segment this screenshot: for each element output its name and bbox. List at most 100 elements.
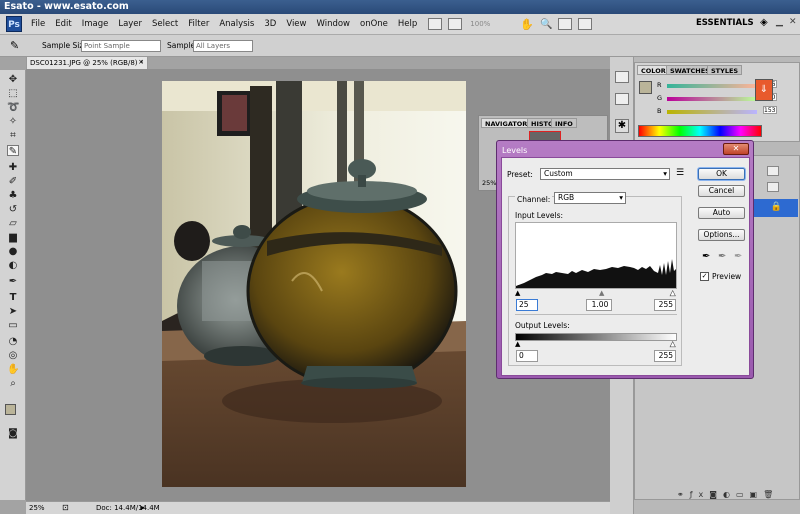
document-tab[interactable]: DSC01231.JPG @ 25% (RGB/8) * × bbox=[26, 56, 148, 69]
output-black-slider-icon[interactable]: ▲ bbox=[515, 340, 520, 348]
zoom-tool-icon[interactable]: 🔍 bbox=[540, 19, 552, 30]
zoom-level-menu[interactable]: 100% bbox=[470, 20, 490, 28]
pen-tool-icon[interactable]: ✒ bbox=[7, 276, 19, 287]
navigator-zoom[interactable]: 25% bbox=[482, 179, 496, 187]
shape-tool-icon[interactable]: ▭ bbox=[7, 320, 19, 331]
gray-eyedropper-icon[interactable]: ✒ bbox=[718, 251, 726, 262]
menu-window[interactable]: Window bbox=[311, 19, 355, 29]
status-info-icon[interactable]: ⊡ bbox=[62, 503, 69, 512]
sample-size-select[interactable]: Point Sample bbox=[81, 40, 161, 52]
white-eyedropper-icon[interactable]: ✒ bbox=[734, 251, 742, 262]
mini-bridge-icon[interactable] bbox=[615, 71, 629, 83]
gamut-warning-icon[interactable]: ⇓ bbox=[755, 79, 773, 101]
blur-tool-icon[interactable]: ● bbox=[7, 246, 19, 257]
foreground-color-swatch[interactable] bbox=[5, 404, 16, 415]
path-select-tool-icon[interactable]: ➤ bbox=[7, 306, 19, 317]
bridge-icon[interactable] bbox=[428, 18, 443, 30]
menu-select[interactable]: Select bbox=[147, 19, 183, 29]
eraser-tool-icon[interactable]: ▱ bbox=[7, 218, 19, 229]
color-spectrum-bar[interactable] bbox=[638, 125, 762, 137]
cancel-button[interactable]: Cancel bbox=[698, 185, 745, 197]
layers-footer-icons[interactable]: ⚭ƒx◙◐▭▣🗑 bbox=[677, 490, 779, 499]
black-eyedropper-icon[interactable]: ✒ bbox=[702, 251, 710, 262]
input-white-slider-icon[interactable]: ▲ bbox=[670, 289, 676, 298]
menu-analysis[interactable]: Analysis bbox=[214, 19, 259, 29]
crop-tool-icon[interactable]: ⌗ bbox=[7, 130, 19, 141]
menu-edit[interactable]: Edit bbox=[50, 19, 76, 29]
options-button[interactable]: Options... bbox=[698, 229, 745, 241]
3d-orbit-tool-icon[interactable]: ◎ bbox=[7, 350, 19, 361]
menu-layer[interactable]: Layer bbox=[113, 19, 147, 29]
red-label: R bbox=[657, 81, 662, 89]
output-white-field[interactable]: 255 bbox=[654, 350, 676, 362]
input-black-slider-icon[interactable]: ▲ bbox=[515, 289, 520, 297]
input-white-field[interactable]: 255 bbox=[654, 299, 676, 311]
brushes-icon[interactable]: ✱ bbox=[615, 119, 629, 133]
menu-view[interactable]: View bbox=[281, 19, 311, 29]
close-icon[interactable]: ✕ bbox=[789, 17, 797, 27]
eyedropper-preset-icon[interactable]: ✎ bbox=[10, 39, 19, 52]
fg-color-box[interactable] bbox=[639, 81, 652, 94]
menu-filter[interactable]: Filter bbox=[183, 19, 214, 29]
arrange-documents-icon[interactable] bbox=[558, 18, 573, 30]
quick-select-tool-icon[interactable]: ✧ bbox=[7, 116, 19, 127]
menu-file[interactable]: File bbox=[26, 19, 50, 29]
sample-select[interactable]: All Layers bbox=[193, 40, 253, 52]
tab-color[interactable]: COLOR bbox=[637, 65, 670, 75]
brush-tool-icon[interactable]: ✐ bbox=[7, 176, 19, 187]
preview-checkbox[interactable]: ✓ bbox=[700, 272, 709, 281]
input-black-field[interactable]: 25 bbox=[516, 299, 538, 311]
minimize-icon[interactable]: ▁ bbox=[776, 17, 783, 27]
move-tool-icon[interactable]: ✥ bbox=[7, 74, 19, 85]
input-gamma-field[interactable]: 1.00 bbox=[586, 299, 612, 311]
zoom-tool-icon[interactable]: ⌕ bbox=[7, 378, 19, 389]
history-brush-tool-icon[interactable]: ↺ bbox=[7, 204, 19, 215]
input-slider-track[interactable]: ▲ ▲ ▲ bbox=[515, 289, 677, 298]
tab-styles[interactable]: STYLES bbox=[707, 65, 743, 75]
color-panel: COLOR SWATCHES STYLES R 186 G 180 B 153 … bbox=[634, 62, 800, 142]
hand-tool-icon[interactable]: ✋ bbox=[520, 18, 534, 31]
tab-info[interactable]: INFO bbox=[551, 118, 577, 128]
gradient-tool-icon[interactable]: ▆ bbox=[7, 232, 19, 243]
channel-select[interactable]: RGB ▾ bbox=[554, 192, 626, 204]
close-document-icon[interactable]: × bbox=[138, 58, 144, 66]
actions-icon[interactable] bbox=[615, 93, 629, 105]
marquee-tool-icon[interactable]: ⬚ bbox=[7, 88, 19, 99]
view-extras-icon[interactable] bbox=[448, 18, 463, 30]
status-zoom[interactable]: 25% bbox=[29, 504, 45, 512]
auto-button[interactable]: Auto bbox=[698, 207, 745, 219]
lasso-tool-icon[interactable]: ➰ bbox=[7, 102, 19, 113]
preset-options-icon[interactable]: ☰ bbox=[676, 168, 684, 178]
output-white-slider-icon[interactable]: ▲ bbox=[670, 340, 676, 349]
screen-mode-icon[interactable] bbox=[578, 18, 593, 30]
levels-dialog-body: Preset: Custom ▾ ☰ Channel: RGB ▾ Input … bbox=[501, 157, 750, 376]
fill-field[interactable] bbox=[767, 182, 779, 192]
cs-live-icon[interactable]: ◈ bbox=[760, 17, 768, 28]
green-slider[interactable] bbox=[667, 97, 757, 101]
blue-slider[interactable] bbox=[667, 110, 757, 114]
input-gamma-slider-icon[interactable]: ▲ bbox=[599, 289, 604, 297]
opacity-field[interactable] bbox=[767, 166, 779, 176]
quick-mask-icon[interactable]: ◙ bbox=[7, 428, 19, 439]
tab-navigator[interactable]: NAVIGATOR bbox=[481, 118, 532, 128]
hand-tool-icon[interactable]: ✋ bbox=[7, 364, 19, 375]
menu-image[interactable]: Image bbox=[77, 19, 114, 29]
dodge-tool-icon[interactable]: ◐ bbox=[7, 260, 19, 271]
3d-rotate-tool-icon[interactable]: ◔ bbox=[7, 336, 19, 347]
output-black-field[interactable]: 0 bbox=[516, 350, 538, 362]
clone-stamp-tool-icon[interactable]: ♣ bbox=[7, 190, 19, 201]
ok-button[interactable]: OK bbox=[698, 168, 745, 180]
menu-help[interactable]: Help bbox=[393, 19, 422, 29]
status-menu-arrow-icon[interactable]: ▸ bbox=[141, 503, 145, 512]
document-image[interactable] bbox=[162, 81, 466, 487]
healing-brush-tool-icon[interactable]: ✚ bbox=[7, 162, 19, 173]
eyedropper-tool-icon[interactable]: ✎ bbox=[7, 145, 19, 157]
preset-select[interactable]: Custom ▾ bbox=[540, 168, 670, 180]
menu-onone[interactable]: onOne bbox=[355, 19, 393, 29]
dialog-close-button[interactable]: ✕ bbox=[723, 143, 749, 155]
blue-value[interactable]: 153 bbox=[763, 106, 777, 114]
red-slider[interactable] bbox=[667, 84, 757, 88]
workspace-switcher[interactable]: ESSENTIALS bbox=[696, 18, 754, 28]
menu-3d[interactable]: 3D bbox=[259, 19, 281, 29]
type-tool-icon[interactable]: T bbox=[7, 292, 19, 303]
